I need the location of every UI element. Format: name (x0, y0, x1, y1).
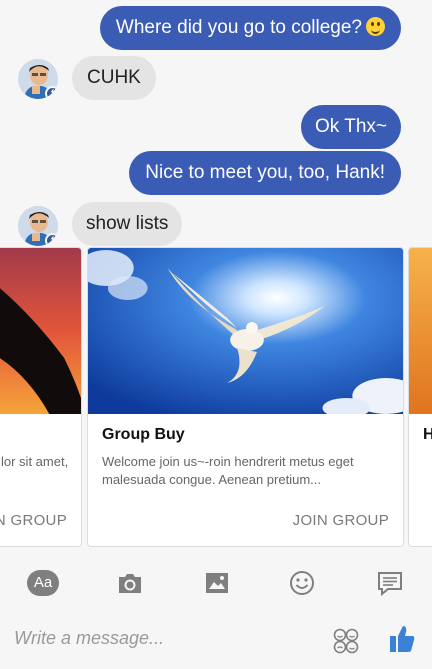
facebook-badge-icon: f (45, 233, 58, 246)
image-icon[interactable] (203, 570, 231, 596)
join-group-button[interactable]: JOIN GROUP (293, 512, 389, 529)
carousel-card[interactable]: lor sit amet, JOIN GROUP (0, 247, 82, 547)
avatar[interactable]: f (18, 206, 58, 246)
message-bubble-incoming: show lists (72, 202, 183, 246)
card-subtitle: Welcome join us~-roin hendrerit metus eg… (102, 454, 354, 487)
text-format-icon[interactable]: Aa (27, 570, 59, 596)
message-text: Ok Thx~ (315, 116, 387, 137)
card-image (88, 248, 403, 414)
message-bubble-incoming: CUHK (72, 56, 156, 100)
message-bubble-outgoing: Nice to meet you, too, Hank! (129, 151, 401, 195)
message-bubble-outgoing: Where did you go to college? (99, 6, 401, 50)
carousel-card[interactable]: Group Buy Welcome join us~-roin hendreri… (87, 247, 404, 547)
card-image (409, 248, 432, 414)
sticker-icon[interactable] (333, 628, 359, 654)
thumbs-up-icon[interactable] (388, 624, 416, 654)
join-group-button[interactable]: JOIN GROUP (0, 512, 67, 529)
card-title: Group Buy (102, 426, 185, 443)
text-format-label: Aa (27, 570, 59, 596)
card-title: H (423, 426, 432, 444)
message-text: CUHK (87, 67, 141, 88)
smiley-emoji-icon (366, 17, 385, 36)
card-carousel[interactable]: lor sit amet, JOIN GROUP (0, 247, 432, 547)
message-text: Where did you go to college? (115, 17, 362, 38)
card-image (0, 248, 81, 414)
chat-screen: Where did you go to college? f CUHK Ok T… (0, 0, 432, 669)
message-input[interactable]: Write a message... (14, 628, 164, 649)
message-text: Nice to meet you, too, Hank! (145, 162, 385, 183)
emoji-icon[interactable] (289, 570, 315, 596)
avatar[interactable]: f (18, 59, 58, 99)
message-bubble-outgoing: Ok Thx~ (301, 105, 401, 149)
carousel-card[interactable]: H (408, 247, 432, 547)
message-text: show lists (86, 213, 169, 234)
camera-icon[interactable] (116, 570, 144, 596)
card-subtitle: lor sit amet, (1, 454, 69, 469)
chat-icon[interactable] (376, 570, 404, 596)
composer: Write a message... (0, 614, 432, 669)
facebook-badge-icon: f (45, 86, 58, 99)
composer-toolbar: Aa (0, 557, 432, 609)
